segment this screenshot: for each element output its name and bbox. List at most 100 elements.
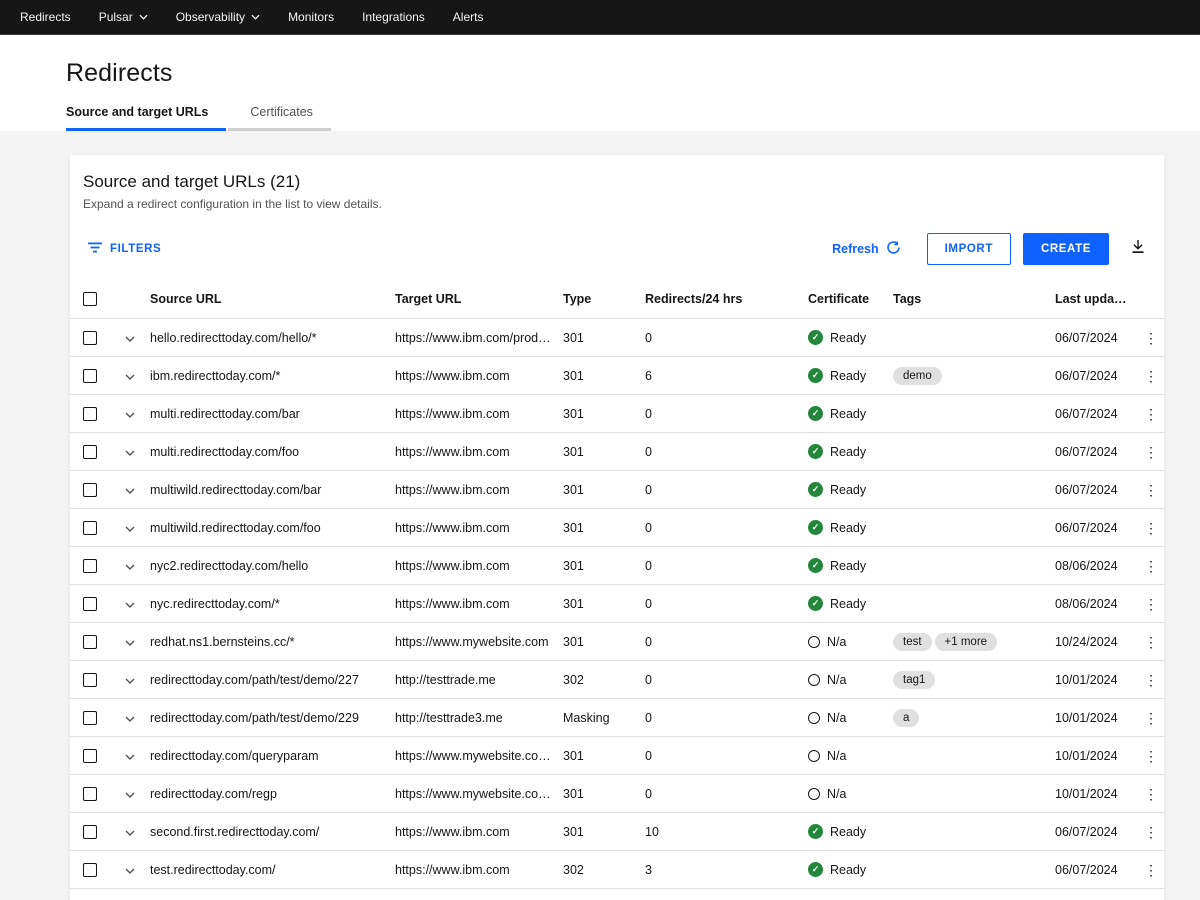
- overflow-menu-button[interactable]: ⋮: [1138, 597, 1164, 611]
- chevron-down-icon: [125, 445, 135, 459]
- table-row: second.first.redirecttoday.com/ https://…: [70, 813, 1164, 851]
- certificate-status-label: Ready: [830, 483, 866, 497]
- last-updated-cell: 06/07/2024: [1055, 825, 1138, 839]
- page-header: Redirects Source and target URLs Certifi…: [0, 35, 1200, 131]
- row-expand-button[interactable]: [110, 863, 150, 877]
- nav-item-label: Redirects: [20, 10, 71, 24]
- last-updated-cell: 10/01/2024: [1055, 749, 1138, 763]
- row-checkbox[interactable]: [83, 407, 97, 421]
- chevron-down-icon: [125, 711, 135, 725]
- tag-pill[interactable]: +1 more: [935, 633, 998, 651]
- certificate-cell: N/a: [808, 673, 893, 687]
- row-checkbox[interactable]: [83, 331, 97, 345]
- row-expand-button[interactable]: [110, 673, 150, 687]
- chevron-down-icon: [125, 787, 135, 801]
- row-checkbox[interactable]: [83, 521, 97, 535]
- panel-subtitle: Expand a redirect configuration in the l…: [70, 197, 1164, 211]
- overflow-menu-button[interactable]: ⋮: [1138, 787, 1164, 801]
- tab-source-and-target-urls[interactable]: Source and target URLs: [66, 97, 226, 131]
- certificate-cell: ✓ Ready: [808, 368, 893, 383]
- overflow-menu-button[interactable]: ⋮: [1138, 825, 1164, 839]
- table-row: test.redirecttoday.com/ https://www.ibm.…: [70, 851, 1164, 889]
- row-checkbox[interactable]: [83, 787, 97, 801]
- row-expand-button[interactable]: [110, 635, 150, 649]
- tag-pill[interactable]: demo: [893, 367, 942, 385]
- overflow-menu-button[interactable]: ⋮: [1138, 673, 1164, 687]
- overflow-menu-button[interactable]: ⋮: [1138, 369, 1164, 383]
- row-checkbox[interactable]: [83, 559, 97, 573]
- table-row: multiwild.redirecttoday.com/bar https://…: [70, 471, 1164, 509]
- overflow-menu-button[interactable]: ⋮: [1138, 445, 1164, 459]
- row-checkbox[interactable]: [83, 445, 97, 459]
- row-expand-button[interactable]: [110, 369, 150, 383]
- row-checkbox[interactable]: [83, 597, 97, 611]
- nav-item-observability[interactable]: Observability: [176, 10, 260, 24]
- type-cell: 301: [563, 787, 645, 801]
- row-expand-button[interactable]: [110, 825, 150, 839]
- table-row: nyc2.redirecttoday.com/hello https://www…: [70, 547, 1164, 585]
- row-checkbox[interactable]: [83, 825, 97, 839]
- type-cell: 301: [563, 521, 645, 535]
- overflow-menu-button[interactable]: ⋮: [1138, 407, 1164, 421]
- row-expand-button[interactable]: [110, 521, 150, 535]
- nav-item-redirects[interactable]: Redirects: [20, 10, 71, 24]
- last-updated-cell: 10/01/2024: [1055, 711, 1138, 725]
- tag-pill[interactable]: tag1: [893, 671, 935, 689]
- row-checkbox[interactable]: [83, 711, 97, 725]
- select-all-checkbox[interactable]: [83, 292, 97, 306]
- tag-pill[interactable]: a: [893, 709, 919, 727]
- download-button[interactable]: [1130, 239, 1146, 260]
- create-button[interactable]: CREATE: [1023, 233, 1109, 265]
- chevron-down-icon: [125, 331, 135, 345]
- certificate-status-label: N/a: [827, 787, 846, 801]
- row-expand-button[interactable]: [110, 749, 150, 763]
- row-expand-button[interactable]: [110, 597, 150, 611]
- overflow-menu-button[interactable]: ⋮: [1138, 483, 1164, 497]
- tag-pill[interactable]: test: [893, 633, 932, 651]
- tab-certificates[interactable]: Certificates: [228, 97, 331, 131]
- target-url-cell: https://www.ibm.com: [395, 521, 563, 535]
- type-cell: 302: [563, 863, 645, 877]
- last-updated-cell: 08/06/2024: [1055, 597, 1138, 611]
- filters-button[interactable]: FILTERS: [88, 242, 161, 257]
- refresh-button[interactable]: Refresh: [832, 240, 901, 258]
- import-button[interactable]: IMPORT: [927, 233, 1011, 265]
- nav-item-monitors[interactable]: Monitors: [288, 10, 334, 24]
- overflow-menu-button[interactable]: ⋮: [1138, 635, 1164, 649]
- source-url-cell: multi.redirecttoday.com/bar: [150, 407, 395, 421]
- row-expand-button[interactable]: [110, 483, 150, 497]
- target-url-cell: https://www.ibm.com: [395, 445, 563, 459]
- last-updated-cell: 10/24/2024: [1055, 635, 1138, 649]
- overflow-menu-button[interactable]: ⋮: [1138, 331, 1164, 345]
- certificate-cell: ✓ Ready: [808, 862, 893, 877]
- tags-cell: demo: [893, 367, 1055, 385]
- row-checkbox[interactable]: [83, 369, 97, 383]
- row-expand-button[interactable]: [110, 787, 150, 801]
- target-url-cell: https://www.ibm.com: [395, 597, 563, 611]
- row-expand-button[interactable]: [110, 331, 150, 345]
- certificate-status-label: Ready: [830, 559, 866, 573]
- overflow-menu-button[interactable]: ⋮: [1138, 559, 1164, 573]
- nav-item-pulsar[interactable]: Pulsar: [99, 10, 148, 24]
- row-checkbox[interactable]: [83, 673, 97, 687]
- nav-item-integrations[interactable]: Integrations: [362, 10, 425, 24]
- source-url-cell: redirecttoday.com/regp: [150, 787, 395, 801]
- overflow-menu-button[interactable]: ⋮: [1138, 863, 1164, 877]
- overflow-menu-button[interactable]: ⋮: [1138, 521, 1164, 535]
- certificate-status-icon: ✓: [808, 862, 823, 877]
- row-checkbox[interactable]: [83, 863, 97, 877]
- certificate-status-label: Ready: [830, 369, 866, 383]
- row-checkbox[interactable]: [83, 749, 97, 763]
- row-expand-button[interactable]: [110, 407, 150, 421]
- row-expand-button[interactable]: [110, 445, 150, 459]
- last-updated-cell: 06/07/2024: [1055, 521, 1138, 535]
- row-checkbox[interactable]: [83, 635, 97, 649]
- row-checkbox[interactable]: [83, 483, 97, 497]
- nav-item-alerts[interactable]: Alerts: [453, 10, 484, 24]
- row-expand-button[interactable]: [110, 711, 150, 725]
- row-expand-button[interactable]: [110, 559, 150, 573]
- table-row: redirecttoday.com/path/test/demo/227 htt…: [70, 661, 1164, 699]
- overflow-menu-button[interactable]: ⋮: [1138, 749, 1164, 763]
- overflow-menu-button[interactable]: ⋮: [1138, 711, 1164, 725]
- last-updated-cell: 06/07/2024: [1055, 331, 1138, 345]
